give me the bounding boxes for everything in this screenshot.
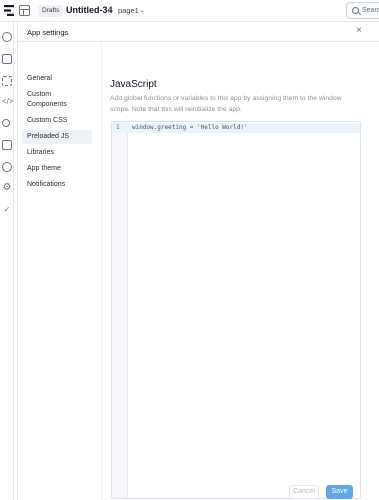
nav-item-app-theme[interactable]: App theme (22, 162, 92, 176)
edit-icon[interactable] (2, 54, 12, 64)
nav-item-notifications[interactable]: Notifications (22, 178, 92, 192)
logo-icon[interactable] (4, 5, 14, 16)
play-circle-icon[interactable] (2, 32, 12, 42)
save-button[interactable]: Save (326, 485, 353, 499)
settings-icon[interactable]: ⚙ (2, 183, 12, 193)
nav-item-custom-components[interactable]: Custom Components (22, 88, 82, 112)
code-line[interactable]: window.greeting = 'Hello World!' (132, 123, 248, 133)
cancel-button[interactable]: Cancel (289, 485, 319, 499)
section-description: Add global functions or variables to thi… (110, 95, 342, 113)
panel-layout-icon[interactable] (19, 5, 30, 16)
drafts-badge[interactable]: Drafts (38, 5, 64, 17)
settings-content: JavaScript Add global functions or varia… (110, 43, 379, 500)
section-title: JavaScript (110, 79, 157, 90)
editor-gutter (112, 122, 128, 498)
modal-title: App settings (27, 28, 69, 37)
settings-nav: General Custom Components Custom CSS Pre… (18, 43, 102, 500)
search-icon (352, 7, 359, 14)
nav-item-preloaded-js[interactable]: Preloaded JS (22, 130, 92, 144)
modal-header: App settings × (18, 22, 379, 42)
code-editor[interactable]: 1 window.greeting = 'Hello World!' (111, 121, 361, 499)
search-input[interactable]: Search (346, 2, 379, 19)
inspector-icon[interactable] (2, 140, 12, 150)
top-bar: Drafts Untitled-34 / page1 ⌄ Search (0, 0, 379, 22)
left-icon-rail: </> ⚙ ✓ (0, 22, 14, 500)
close-icon[interactable]: × (354, 26, 364, 36)
history-icon[interactable] (2, 162, 12, 172)
modal-footer: Cancel Save (18, 480, 379, 500)
search-placeholder: Search (362, 7, 379, 14)
nav-item-libraries[interactable]: Libraries (22, 146, 92, 160)
nav-item-general[interactable]: General (22, 72, 92, 86)
app-settings-modal: App settings × General Custom Components… (17, 22, 379, 500)
check-icon[interactable]: ✓ (2, 205, 12, 215)
breadcrumb-separator: / (108, 5, 111, 15)
components-icon[interactable] (2, 76, 12, 86)
page-selector[interactable]: page1 (118, 5, 139, 17)
search-icon[interactable] (2, 119, 10, 127)
app-name[interactable]: Untitled-34 (66, 4, 113, 17)
code-icon[interactable]: </> (2, 97, 14, 107)
line-number: 1 (116, 124, 120, 131)
nav-item-custom-css[interactable]: Custom CSS (22, 114, 92, 128)
chevron-down-icon[interactable]: ⌄ (139, 5, 145, 17)
